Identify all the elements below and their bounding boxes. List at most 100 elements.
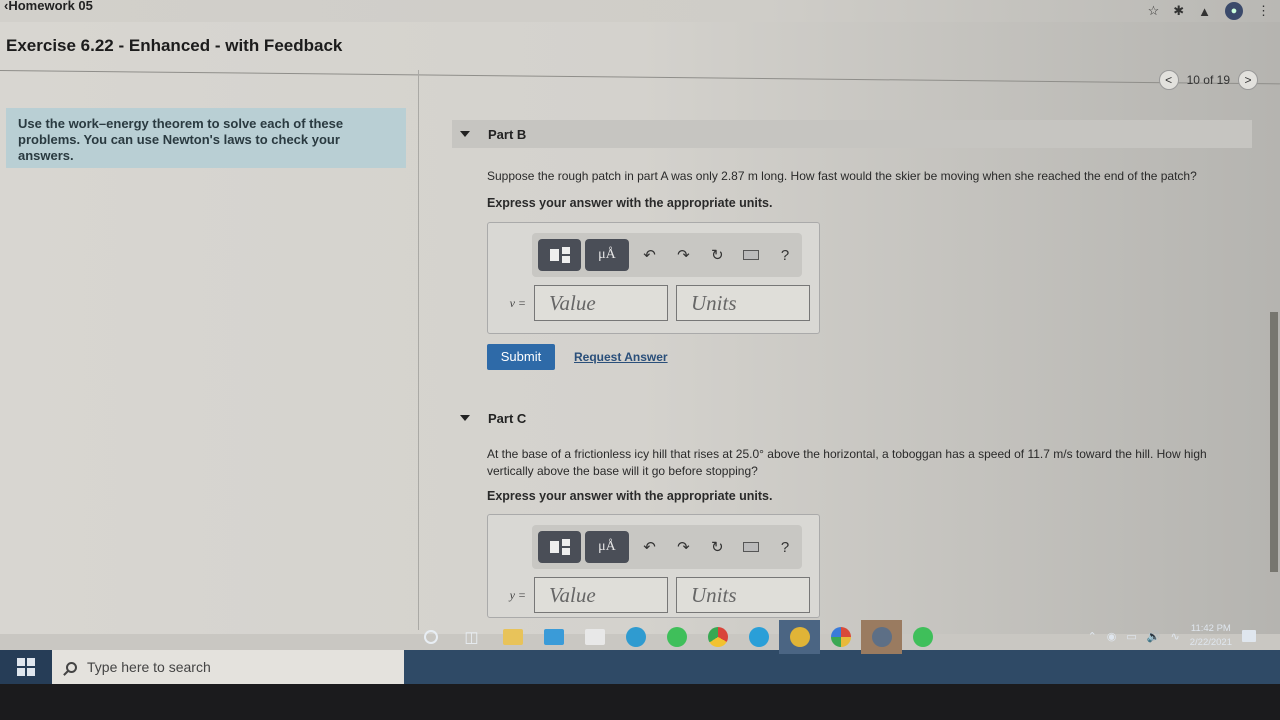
file-explorer-button[interactable] xyxy=(492,620,533,654)
extensions-icon[interactable]: ✱ xyxy=(1173,3,1184,19)
help-icon[interactable]: ? xyxy=(768,539,802,556)
part-c-field-row: y = Value Units xyxy=(498,577,810,613)
header-divider xyxy=(0,70,1280,85)
redo-icon[interactable]: ↷ xyxy=(666,246,700,264)
windows-logo-icon xyxy=(17,658,35,676)
photo-app-icon xyxy=(871,627,892,647)
part-b-label: Part B xyxy=(488,126,527,142)
part-c-header[interactable]: Part C xyxy=(452,404,1252,432)
instructions-panel: Use the work–energy theorem to solve eac… xyxy=(6,108,406,168)
keyboard-button[interactable] xyxy=(734,247,768,264)
part-b-answer-box: μÅ ↶ ↷ ↻ ? v = Value Units xyxy=(487,222,820,334)
fraction-template-icon xyxy=(549,539,570,555)
back-to-homework-link[interactable]: ‹Homework 05 xyxy=(4,0,93,13)
labs-icon[interactable]: ▲ xyxy=(1198,4,1211,19)
whatsapp-button[interactable] xyxy=(656,620,697,654)
undo-icon[interactable]: ↶ xyxy=(633,538,667,556)
taskbar-search[interactable]: Type here to search xyxy=(52,650,404,684)
reset-icon[interactable]: ↻ xyxy=(700,538,734,556)
clock-date: 2/22/2021 xyxy=(1189,637,1232,648)
menu-kebab-icon[interactable]: ⋮ xyxy=(1257,3,1270,19)
help-icon[interactable]: ? xyxy=(768,247,802,264)
part-c-label: Part C xyxy=(488,410,527,426)
meet-now-icon[interactable]: ◉ xyxy=(1107,630,1117,643)
edge-button[interactable] xyxy=(615,620,656,654)
chevron-up-icon[interactable]: ⌃ xyxy=(1088,630,1097,643)
templates-button[interactable] xyxy=(538,239,582,271)
part-b-header[interactable]: Part B xyxy=(452,120,1252,148)
units-button[interactable]: μÅ xyxy=(585,239,629,271)
units-input[interactable]: Units xyxy=(676,577,810,613)
task-view-button[interactable]: ◫ xyxy=(451,620,492,654)
units-symbol-icon: μÅ xyxy=(598,247,616,262)
submit-button[interactable]: Submit xyxy=(487,344,555,370)
telegram-button[interactable] xyxy=(738,620,779,654)
fraction-template-icon xyxy=(549,247,570,263)
reset-icon[interactable]: ↻ xyxy=(700,246,734,264)
back-link-label: Homework 05 xyxy=(8,0,93,13)
value-input[interactable]: Value xyxy=(534,285,668,321)
clock[interactable]: 11:42 PM 2/22/2021 xyxy=(1190,622,1232,650)
part-c-question: At the base of a frictionless icy hill t… xyxy=(487,446,1217,480)
rainbow-app-button[interactable] xyxy=(820,620,861,654)
volume-icon[interactable]: 🔊 xyxy=(1147,630,1161,643)
photo-app-button[interactable] xyxy=(861,620,902,654)
templates-button[interactable] xyxy=(538,531,582,563)
column-divider xyxy=(418,70,419,630)
prev-item-button[interactable]: < xyxy=(1158,70,1179,90)
folder-icon xyxy=(502,629,523,645)
windows-taskbar: Type here to search ◫ ⌃ ◉ ▭ 🔊 ∿ 11:42 PM… xyxy=(0,620,1280,684)
yellow-app-button[interactable] xyxy=(779,620,820,654)
whatsapp-icon xyxy=(912,627,933,647)
part-b-question: Suppose the rough patch in part A was on… xyxy=(487,169,1197,183)
part-c-answer-box: μÅ ↶ ↷ ↻ ? y = Value Units xyxy=(487,514,820,618)
math-toolbar: μÅ ↶ ↷ ↻ ? xyxy=(532,233,802,277)
math-toolbar: μÅ ↶ ↷ ↻ ? xyxy=(532,525,802,569)
variable-label: v = xyxy=(509,295,526,310)
edge-icon xyxy=(625,627,646,647)
battery-icon[interactable]: ▭ xyxy=(1126,630,1136,643)
search-placeholder: Type here to search xyxy=(87,659,211,675)
rainbow-app-icon xyxy=(830,627,851,647)
value-input[interactable]: Value xyxy=(534,577,668,613)
cortana-button[interactable] xyxy=(410,620,451,654)
wifi-icon[interactable]: ∿ xyxy=(1171,630,1180,643)
yellow-app-icon xyxy=(789,627,810,647)
whatsapp-2-button[interactable] xyxy=(902,620,943,654)
units-button[interactable]: μÅ xyxy=(585,531,629,563)
units-input[interactable]: Units xyxy=(676,285,810,321)
variable-label: y = xyxy=(509,587,526,602)
chrome-icon xyxy=(707,627,728,647)
undo-icon[interactable]: ↶ xyxy=(633,246,667,264)
mail-button[interactable] xyxy=(533,620,574,654)
store-button[interactable] xyxy=(574,620,615,654)
part-b-field-row: v = Value Units xyxy=(498,285,810,321)
search-icon xyxy=(66,661,77,673)
store-icon xyxy=(584,629,605,645)
browser-top-bar: ‹Homework 05 ☆ ✱ ▲ ● ⋮ xyxy=(0,0,1280,22)
task-view-icon: ◫ xyxy=(464,629,479,646)
keyboard-button[interactable] xyxy=(734,539,768,556)
notifications-icon[interactable] xyxy=(1242,630,1256,642)
monitor-bezel xyxy=(0,684,1280,720)
next-item-button[interactable]: > xyxy=(1238,70,1258,90)
units-symbol-icon: μÅ xyxy=(598,539,616,554)
redo-icon[interactable]: ↷ xyxy=(666,538,700,556)
profile-avatar[interactable]: ● xyxy=(1225,2,1243,20)
part-c-question-line1: At the base of a frictionless icy hill t… xyxy=(487,447,1207,461)
chrome-button[interactable] xyxy=(697,620,738,654)
pager: < 10 of 19 > xyxy=(1158,70,1258,90)
clock-time: 11:42 PM xyxy=(1190,623,1231,634)
part-c-question-line2: vertically above the base will it go bef… xyxy=(487,464,758,478)
request-answer-link[interactable]: Request Answer xyxy=(574,350,668,364)
part-b-instruction: Express your answer with the appropriate… xyxy=(487,196,773,210)
star-icon[interactable]: ☆ xyxy=(1148,3,1160,19)
telegram-icon xyxy=(748,627,769,647)
browser-toolbar-icons: ☆ ✱ ▲ ● ⋮ xyxy=(1148,2,1270,20)
system-tray: ⌃ ◉ ▭ 🔊 ∿ 11:42 PM 2/22/2021 xyxy=(1088,622,1256,650)
page-scrollbar[interactable] xyxy=(1270,312,1278,572)
pager-label: 10 of 19 xyxy=(1186,73,1230,87)
page-content: Exercise 6.22 - Enhanced - with Feedback… xyxy=(0,22,1280,634)
taskbar-apps: ◫ xyxy=(410,620,943,654)
start-button[interactable] xyxy=(0,650,52,684)
